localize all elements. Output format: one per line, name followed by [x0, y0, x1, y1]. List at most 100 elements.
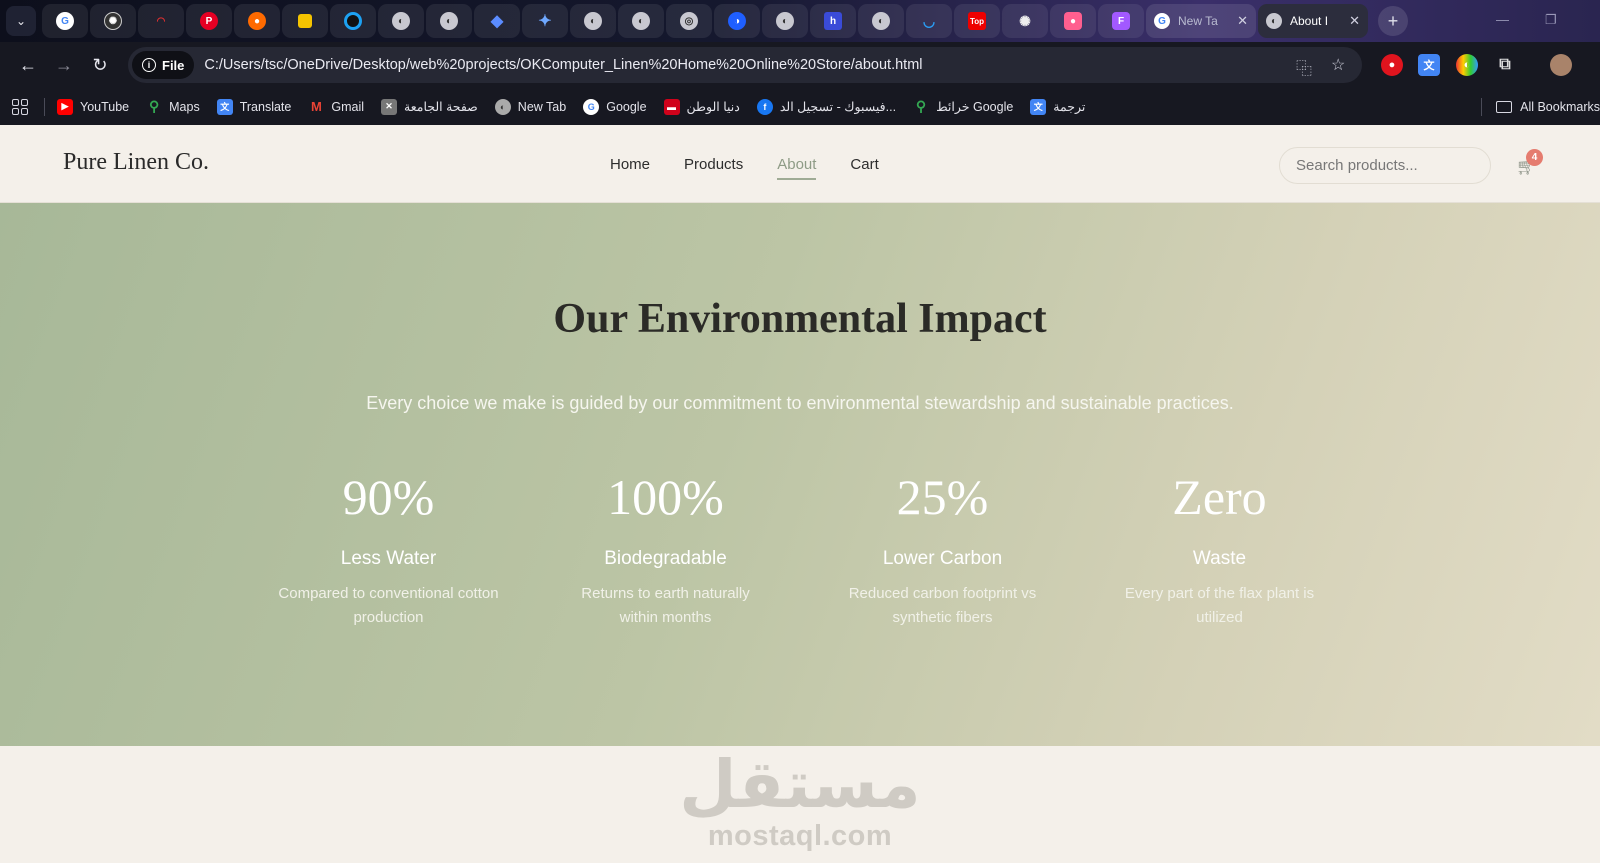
tab-search-button[interactable]: ⌄ [6, 6, 36, 36]
news-icon: ▬ [663, 98, 680, 115]
pinned-tab[interactable]: ◐ [762, 4, 808, 38]
pinned-tab[interactable]: ◐ [858, 4, 904, 38]
pinned-tab[interactable]: F [1098, 4, 1144, 38]
avatar[interactable] [1550, 54, 1572, 76]
close-icon[interactable]: ✕ [1237, 13, 1248, 29]
nav-about[interactable]: About [777, 156, 817, 180]
pinned-tab[interactable]: ◎ [666, 4, 712, 38]
new-tab-button[interactable]: + [1378, 6, 1408, 36]
minimize-icon[interactable]: — [1496, 12, 1509, 27]
tab-new-tab[interactable]: G New Ta ✕ [1146, 4, 1256, 38]
pinned-tab[interactable]: G [42, 4, 88, 38]
browser-tabstrip: ⌄ G ✺ ◠ P ● ◐ ◐ ◆ ✦ ◐ ◐ ◎ ◑ ◐ h ◐ ◡ Top … [0, 0, 1600, 42]
nav-cart[interactable]: Cart [850, 156, 878, 180]
cart-count-badge: 4 [1526, 149, 1543, 166]
stat-value: 90% [342, 469, 435, 525]
translate-icon[interactable]: 文 [1418, 54, 1440, 76]
extension-icon[interactable]: ● [1381, 54, 1403, 76]
pinned-tab[interactable]: ◐ [618, 4, 664, 38]
pinned-tab[interactable]: ◆ [474, 4, 520, 38]
mostaql-watermark: مستقل mostaql.com [0, 752, 1600, 853]
stat-description: Returns to earth naturally within months [581, 584, 750, 627]
bookmark-google-maps[interactable]: ⚲ خرائط Google [913, 98, 1014, 115]
bookmark-label: خرائط Google [936, 100, 1014, 114]
search-input[interactable] [1279, 147, 1491, 184]
stat-biodegradable: 100% Biodegradable Returns to earth natu… [527, 471, 804, 631]
bookmark-gmail[interactable]: M Gmail [308, 99, 364, 115]
pinned-tab[interactable]: ◐ [378, 4, 424, 38]
cart-button[interactable]: 🛒︎ 4 [1516, 149, 1543, 177]
address-bar[interactable]: i File C:/Users/tsc/OneDrive/Desktop/web… [128, 47, 1362, 83]
bookmark-label: Google [606, 99, 647, 114]
search-globe-icon: ◎ [680, 12, 698, 30]
divider [1481, 97, 1483, 116]
site-logo[interactable]: Pure Linen Co. [63, 149, 209, 176]
bookmark-new-tab[interactable]: ◐ New Tab [494, 98, 567, 115]
pinned-tab[interactable]: ◠ [138, 4, 184, 38]
pinned-tab[interactable]: ✺ [90, 4, 136, 38]
google-icon: G [56, 12, 74, 30]
back-icon[interactable]: ← [10, 47, 46, 83]
bookmark-label: دنيا الوطن [686, 100, 740, 114]
watermark-arabic: مستقل [679, 746, 921, 823]
bookmark-label: ترجمة [1053, 100, 1086, 114]
globe-icon: ◐ [632, 12, 650, 30]
app-icon: ● [1064, 12, 1082, 30]
diamond-icon: ◆ [490, 13, 504, 30]
bookmark-label: صفحة الجامعة [404, 100, 478, 114]
pinned-tab[interactable]: h [810, 4, 856, 38]
bookmark-news[interactable]: ▬ دنيا الوطن [663, 98, 740, 115]
pinned-tab[interactable]: ◑ [714, 4, 760, 38]
bookmark-maps[interactable]: ⚲ Maps [146, 98, 200, 115]
pinned-tab[interactable]: ✦ [522, 4, 568, 38]
forward-icon[interactable]: → [46, 47, 82, 83]
pinned-tab[interactable]: ● [234, 4, 280, 38]
all-bookmarks[interactable]: All Bookmarks [1481, 88, 1600, 125]
pinned-tab[interactable]: ✺ [1002, 4, 1048, 38]
section-title: Our Environmental Impact [553, 296, 1047, 342]
pinned-tab[interactable] [330, 4, 376, 38]
pinned-tab[interactable]: P [186, 4, 232, 38]
pinterest-icon: P [200, 12, 218, 30]
site-info-chip[interactable]: i File [132, 51, 195, 79]
star-icon[interactable]: ☆ [1331, 55, 1345, 75]
orb-icon: ◑ [728, 12, 746, 30]
speedometer-icon: ◠ [156, 15, 166, 27]
bookmarks-bar: ▶ YouTube ⚲ Maps 文 Translate M Gmail ✕ صفحة ا… [0, 88, 1600, 125]
pinned-tab[interactable]: ◡ [906, 4, 952, 38]
pinned-tab[interactable]: ◐ [426, 4, 472, 38]
google-icon: G [583, 98, 600, 115]
bookmark-label: New Tab [517, 99, 567, 114]
stat-carbon: 25% Lower Carbon Reduced carbon footprin… [804, 471, 1081, 631]
pinned-tab[interactable]: Top [954, 4, 1000, 38]
environmental-impact-section: Our Environmental Impact Every choice we… [0, 203, 1600, 746]
extensions-puzzle-icon[interactable]: ⧉ [1494, 54, 1516, 76]
bookmark-youtube[interactable]: ▶ YouTube [57, 98, 129, 115]
reload-icon[interactable]: ↻ [82, 47, 118, 83]
stat-value: Zero [1172, 469, 1267, 525]
bookmark-university[interactable]: ✕ صفحة الجامعة [381, 98, 478, 115]
nav-home[interactable]: Home [610, 156, 650, 180]
youtube-icon: ▶ [57, 98, 73, 115]
bookmark-google[interactable]: G Google [583, 98, 647, 115]
maps-icon: ⚲ [148, 98, 160, 114]
university-icon: ✕ [381, 98, 398, 115]
apps-grid-icon[interactable] [12, 98, 28, 115]
maximize-icon[interactable]: ❐ [1545, 12, 1557, 28]
openai-icon: ✺ [1019, 12, 1031, 29]
nav-products[interactable]: Products [684, 156, 743, 180]
bookmark-facebook[interactable]: f فيسبوك - تسجيل الد... [756, 98, 896, 115]
bookmark-translate-ar[interactable]: 文 ترجمة [1030, 98, 1086, 115]
url-text[interactable]: C:/Users/tsc/OneDrive/Desktop/web%20proj… [204, 57, 922, 73]
top-icon: Top [968, 12, 986, 30]
extension-icon[interactable]: ◐ [1456, 54, 1478, 76]
pinned-tab[interactable]: ● [1050, 4, 1096, 38]
stat-label: Biodegradable [604, 547, 727, 569]
tab-about[interactable]: ◐ About I ✕ [1258, 4, 1368, 38]
pinned-tab[interactable]: ◐ [570, 4, 616, 38]
close-icon[interactable]: ✕ [1349, 13, 1360, 29]
stat-description: Every part of the flax plant is utilized [1124, 584, 1315, 627]
pinned-tab[interactable] [282, 4, 328, 38]
translate-icon[interactable]: ⿻ [1296, 55, 1312, 79]
bookmark-translate[interactable]: 文 Translate [216, 98, 291, 115]
